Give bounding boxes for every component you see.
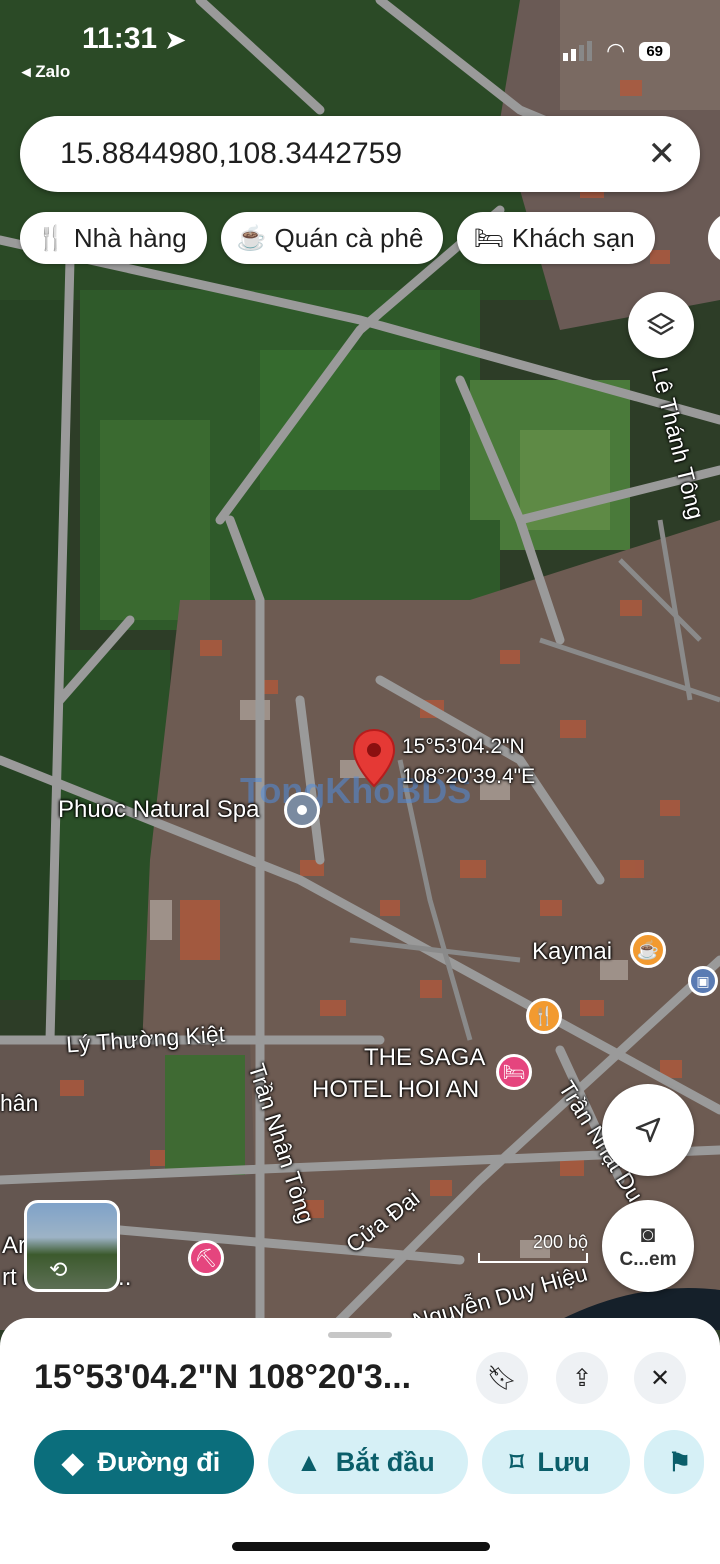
chip-label: Khách sạn (511, 222, 635, 253)
navigation-arrow-icon (635, 1117, 661, 1143)
action-buttons: ◆ Đường đi ▲ Bắt đầu ⌑ Lưu ⚑ (34, 1430, 704, 1494)
start-label: Bắt đầu (335, 1446, 435, 1477)
transit-poi-icon[interactable]: ▣ (688, 966, 718, 996)
map-scale: 200 bộ (478, 1232, 588, 1263)
drag-handle[interactable] (328, 1332, 392, 1338)
directions-button[interactable]: ◆ Đường đi (34, 1430, 254, 1494)
battery-indicator: 69 (639, 41, 670, 61)
hotel-icon: 🛏 (473, 224, 504, 252)
rotate-360-icon: ⟲ (49, 1257, 68, 1282)
directions-label: Đường đi (97, 1446, 221, 1477)
search-input[interactable] (60, 137, 648, 171)
flag-icon: ⚑ (668, 1446, 692, 1477)
wifi-icon: ◠ (606, 38, 626, 63)
search-bar[interactable]: ✕ (20, 116, 700, 192)
camera-label: C...em (619, 1249, 677, 1270)
close-sheet-button[interactable]: ✕ (634, 1352, 686, 1404)
back-to-app-link[interactable]: ◂ Zalo (22, 62, 70, 82)
poi-label-saga-line1[interactable]: THE SAGA (364, 1044, 485, 1072)
shopping-poi-icon[interactable]: ⛏ (188, 1240, 224, 1276)
street-view-thumbnail[interactable]: ⟲ (24, 1200, 120, 1292)
directions-icon: ◆ (62, 1446, 84, 1478)
place-title: 15°53'04.2"N 108°20'3... (34, 1358, 412, 1396)
share-button[interactable]: ⇪ (556, 1352, 608, 1404)
category-chips: 🍴 Nhà hàng ☕ Quán cà phê 🛏 Khách sạn (20, 212, 655, 264)
chip-cafes[interactable]: ☕ Quán cà phê (220, 212, 444, 264)
status-icons: ◠ 69 (563, 38, 670, 64)
my-location-button[interactable] (602, 1084, 694, 1176)
location-pin-icon[interactable] (352, 728, 396, 788)
close-icon[interactable]: ✕ (648, 134, 677, 174)
layers-icon (646, 312, 676, 336)
time-text: 11:31 (82, 22, 158, 55)
pin-coord-lat: 15°53'04.2"N (402, 735, 525, 758)
coffee-icon: ☕ (236, 224, 267, 252)
poi-label-saga-line2[interactable]: HOTEL HOI AN (312, 1076, 479, 1104)
chip-label: Nhà hàng (73, 222, 187, 253)
chip-hotels[interactable]: 🛏 Khách sạn (457, 212, 655, 264)
place-sheet[interactable]: 15°53'04.2"N 108°20'3... 🔖︎ ⇪ ✕ ◆ Đường … (0, 1318, 720, 1564)
bookmark-icon: ⌑ (510, 1446, 524, 1477)
start-button[interactable]: ▲ Bắt đầu (268, 1430, 468, 1494)
poi-label-kaymai[interactable]: Kaymai (532, 938, 612, 966)
home-indicator (232, 1542, 490, 1551)
scale-label: 200 bộ (532, 1232, 588, 1252)
pin-coord-lon: 108°20'39.4"E (402, 765, 536, 788)
hotel-poi-icon[interactable]: 🛏 (496, 1054, 532, 1090)
save-button[interactable]: 🔖︎ (476, 1352, 528, 1404)
share-icon: ⇪ (571, 1364, 593, 1392)
chip-label: Quán cà phê (274, 222, 424, 253)
camera-icon: ◙ (640, 1221, 656, 1248)
street-label-edge: hân (0, 1090, 39, 1116)
layers-button[interactable] (628, 292, 694, 358)
status-time: 11:31 ➤ (82, 22, 186, 56)
restaurant-poi-icon[interactable]: 🍴 (526, 998, 562, 1034)
scale-bar (478, 1253, 588, 1263)
signal-icon (563, 41, 593, 61)
camera-search-button[interactable]: ◙ C...em (602, 1200, 694, 1292)
location-arrow-icon: ➤ (165, 27, 186, 54)
chip-restaurants[interactable]: 🍴 Nhà hàng (20, 212, 207, 264)
cafe-poi-icon[interactable]: ☕ (630, 932, 666, 968)
close-icon: ✕ (649, 1364, 671, 1392)
save-place-button[interactable]: ⌑ Lưu (482, 1430, 630, 1494)
save-label: Lưu (537, 1446, 590, 1477)
restaurant-icon: 🍴 (36, 224, 66, 252)
bookmark-icon: 🔖︎ (486, 1364, 518, 1392)
navigate-icon: ▲ (296, 1446, 322, 1477)
poi-label-phuoc-natural-spa[interactable]: Phuoc Natural Spa (58, 796, 259, 824)
spa-poi-icon[interactable] (284, 792, 320, 828)
label-button[interactable]: ⚑ (644, 1430, 704, 1494)
